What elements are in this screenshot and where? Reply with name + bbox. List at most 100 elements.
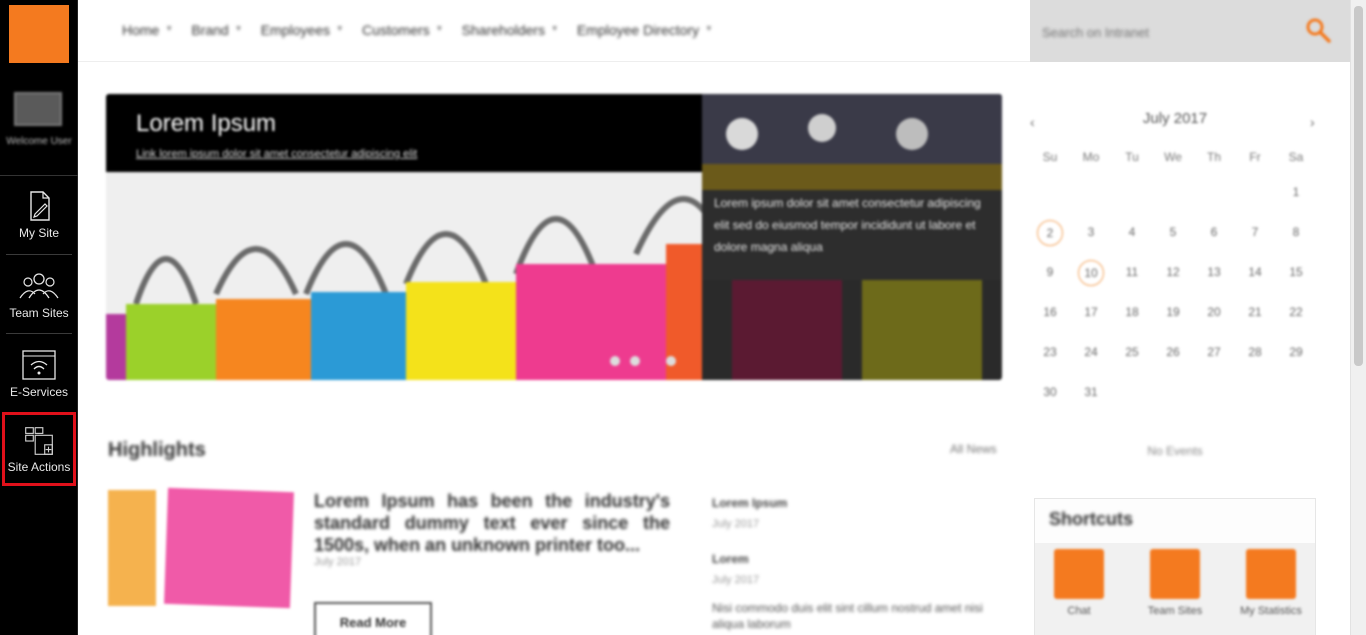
- shortcuts-title: Shortcuts: [1049, 509, 1134, 529]
- calendar-date[interactable]: 18: [1112, 300, 1152, 324]
- news-item[interactable]: Lorem Ipsum July 2017: [712, 496, 1002, 530]
- stats-icon: [1246, 549, 1296, 599]
- nav-item-employees[interactable]: Employees: [261, 22, 343, 38]
- news-item[interactable]: Lorem July 2017: [712, 552, 1002, 586]
- calendar-day-header: Fr: [1249, 150, 1261, 164]
- news-title: Lorem Ipsum: [712, 496, 788, 510]
- calendar-day-header: Sa: [1288, 150, 1304, 164]
- calendar-date[interactable]: 20: [1194, 300, 1234, 324]
- calendar-day-header: Tu: [1125, 150, 1139, 164]
- highlight-image[interactable]: [164, 487, 294, 609]
- calendar-date[interactable]: 1: [1276, 180, 1316, 204]
- page-scrollbar[interactable]: [1350, 0, 1366, 635]
- hero-side-panel: Lorem ipsum dolor sit amet consectetur a…: [702, 94, 1002, 380]
- calendar-date[interactable]: 30: [1030, 380, 1070, 404]
- calendar-date[interactable]: 25: [1112, 340, 1152, 364]
- sidebar-item-e-services[interactable]: E-Services: [6, 345, 72, 399]
- calendar-date[interactable]: 7: [1235, 220, 1275, 244]
- shortcut-label: Chat: [1067, 605, 1091, 617]
- news-excerpt: Nisi commodo duis elit sint cillum nostr…: [712, 600, 1002, 632]
- divider: [6, 254, 72, 255]
- calendar-date[interactable]: 8: [1276, 220, 1316, 244]
- calendar-date[interactable]: 9: [1030, 260, 1070, 284]
- shortcut-label: My Statistics: [1240, 605, 1302, 617]
- nav-item-shareholders[interactable]: Shareholders: [462, 22, 558, 38]
- calendar-date[interactable]: 31: [1071, 380, 1111, 404]
- sidebar-item-team-sites[interactable]: Team Sites: [6, 266, 72, 320]
- highlights-more-link[interactable]: All News: [950, 442, 997, 456]
- scrollbar-thumb[interactable]: [1354, 6, 1363, 366]
- shortcut-label: Team Sites: [1147, 605, 1203, 617]
- hero-title: Lorem Ipsum: [136, 110, 277, 137]
- calendar-date[interactable]: 16: [1030, 300, 1070, 324]
- calendar-date[interactable]: 24: [1071, 340, 1111, 364]
- profile-avatar: [14, 92, 62, 126]
- sidebar-item-label: My Site: [18, 226, 59, 240]
- document-edit-icon: [30, 191, 50, 221]
- calendar-date[interactable]: 14: [1235, 260, 1275, 284]
- search-input[interactable]: [1042, 20, 1282, 44]
- highlights-title: Highlights: [108, 439, 206, 461]
- shortcut-my-statistics[interactable]: My Statistics: [1231, 549, 1311, 617]
- nav-item-customers[interactable]: Customers: [362, 22, 441, 38]
- highlight-thumbnail[interactable]: [108, 490, 156, 606]
- news-text: Nisi commodo duis elit sint cillum nostr…: [712, 601, 983, 631]
- news-date: July 2017: [712, 574, 760, 586]
- search-bar: [1030, 0, 1350, 62]
- user-profile[interactable]: Welcome User: [0, 76, 78, 176]
- calendar-date[interactable]: 19: [1153, 300, 1193, 324]
- sidebar-item-label: E-Services: [9, 385, 68, 399]
- team-icon: [19, 273, 59, 299]
- hero-carousel[interactable]: Lorem Ipsum Link lorem ipsum dolor sit a…: [106, 94, 1002, 380]
- hero-caption: Lorem Ipsum Link lorem ipsum dolor sit a…: [106, 94, 702, 172]
- carousel-dot[interactable]: [610, 356, 620, 366]
- sidebar-item-my-site[interactable]: My Site: [6, 186, 72, 240]
- profile-name: Welcome User: [6, 136, 72, 147]
- nav-item-home[interactable]: Home: [122, 22, 172, 38]
- team-icon: [1150, 549, 1200, 599]
- calendar-date[interactable]: 3: [1071, 220, 1111, 244]
- nav-item-employee-directory[interactable]: Employee Directory: [577, 22, 711, 38]
- calendar-date[interactable]: 13: [1194, 260, 1234, 284]
- calendar-date[interactable]: 5: [1153, 220, 1193, 244]
- calendar-date[interactable]: 27: [1194, 340, 1234, 364]
- shortcut-chat[interactable]: Chat: [1039, 549, 1119, 617]
- shortcut-team-sites[interactable]: Team Sites: [1135, 549, 1215, 617]
- calendar-prev-button[interactable]: ‹: [1030, 114, 1035, 130]
- highlight-date: July 2017: [314, 556, 362, 568]
- top-navigation: Home Brand Employees Customers Sharehold…: [78, 0, 1030, 62]
- read-more-button[interactable]: Read More: [314, 602, 432, 635]
- brand-logo[interactable]: [9, 5, 69, 63]
- carousel-dots: [610, 356, 676, 366]
- calendar-date[interactable]: 23: [1030, 340, 1070, 364]
- carousel-dot[interactable]: [666, 356, 676, 366]
- calendar-date[interactable]: 21: [1235, 300, 1275, 324]
- carousel-dot[interactable]: [630, 356, 640, 366]
- calendar-date[interactable]: 17: [1071, 300, 1111, 324]
- calendar-date[interactable]: 22: [1276, 300, 1316, 324]
- calendar-date[interactable]: 10: [1078, 260, 1104, 286]
- calendar-date[interactable]: 6: [1194, 220, 1234, 244]
- calendar-date[interactable]: 2: [1037, 220, 1063, 246]
- search-icon[interactable]: [1304, 16, 1332, 44]
- highlight-headline[interactable]: Lorem Ipsum has been the industry's stan…: [314, 490, 670, 556]
- calendar-date[interactable]: 26: [1153, 340, 1193, 364]
- calendar-day-header: Th: [1206, 150, 1221, 164]
- calendar-date[interactable]: 4: [1112, 220, 1152, 244]
- calendar-month: July 2017: [1142, 110, 1208, 127]
- calendar-date[interactable]: 29: [1276, 340, 1316, 364]
- calendar-date[interactable]: 12: [1153, 260, 1193, 284]
- nav-item-brand[interactable]: Brand: [191, 22, 241, 38]
- calendar-date[interactable]: 11: [1112, 260, 1152, 284]
- calendar-next-button[interactable]: ›: [1310, 114, 1315, 130]
- news-title: Lorem: [712, 552, 749, 566]
- sidebar-item-label: Team Sites: [9, 306, 69, 320]
- calendar-day-header: Mo: [1082, 150, 1100, 164]
- calendar-day-header: We: [1164, 150, 1182, 164]
- news-date: July 2017: [712, 518, 760, 530]
- hero-side-text: Lorem ipsum dolor sit amet consectetur a…: [714, 196, 981, 254]
- calendar-events-text: No Events: [1147, 444, 1203, 458]
- calendar-date[interactable]: 15: [1276, 260, 1316, 284]
- calendar-date[interactable]: 28: [1235, 340, 1275, 364]
- hero-link[interactable]: Link lorem ipsum dolor sit amet consecte…: [136, 148, 417, 160]
